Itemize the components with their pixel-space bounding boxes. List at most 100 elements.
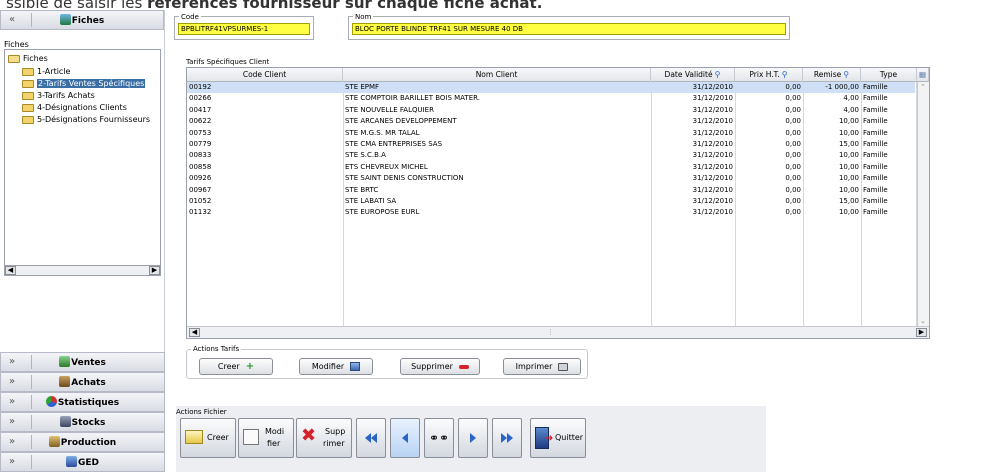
table-row[interactable]: 00622 STE ARCANES DEVELOPPEMENT 31/12/2010… [187,116,915,127]
table-cell: Famille [863,162,888,171]
accordion-production-header[interactable]: » Production [0,432,165,452]
scroll-left-icon[interactable]: ◀ [5,266,16,275]
scroll-left-icon[interactable]: ◀ [189,328,200,337]
scroll-down-icon[interactable]: ⌄ [920,317,926,325]
filter-search-icon[interactable]: ⚲ [843,70,849,79]
table-cell: STE SAINT DENIS CONSTRUCTION [345,174,464,183]
accordion-stack: » Ventes » Achats » Statistiques » Stock… [0,352,165,472]
last-record-button[interactable] [492,418,522,458]
production-icon [48,436,60,447]
tree-item-designations-fournisseurs[interactable]: 5-Désignations Fournisseurs [22,114,150,125]
tree-caption: Fiches [4,40,29,49]
filter-search-icon[interactable]: ⚲ [715,70,721,79]
edit-document-icon [243,429,259,445]
col-header-prix-ht[interactable]: Prix H.T. ⚲ [735,68,803,82]
table-row[interactable]: 00266 STE COMPTOIR BARILLET BOIS MATER. 31… [187,93,915,104]
table-cell: STE EPMF [345,83,380,91]
ged-icon [65,456,77,467]
first-icon [365,433,377,443]
accordion-fiches-header[interactable]: « Fiches [0,10,164,30]
table-cell: STE COMPTOIR BARILLET BOIS MATER. [345,94,480,103]
next-record-button[interactable] [458,418,488,458]
file-delete-button[interactable]: ✖ Supp rimer [296,418,352,458]
table-row[interactable]: 00833 STE S.C.B.A 31/12/2010 0,00 10,00 Famil… [187,150,915,161]
main-content: Code BPBLITRF41VPSURMES-1 Nom BLOC PORTE… [170,10,981,472]
accordion-achats-header[interactable]: » Achats [0,372,165,392]
table-row[interactable]: 01052 STE LABATI SA 31/12/2010 0,00 15,00 Fam… [187,196,915,207]
tarif-print-button[interactable]: Imprimer [503,358,581,375]
table-cell: 0,00 [785,185,801,194]
accordion-ged-header[interactable]: » GED [0,452,165,472]
table-cell: 31/12/2010 [692,197,733,205]
previous-record-button[interactable] [390,418,420,458]
tree-item-designations-clients[interactable]: 4-Désignations Clients [22,102,127,113]
grid-horizontal-scrollbar[interactable]: ◀ ⋮ ▶ [187,326,929,338]
table-row[interactable]: 00967 STE BRTC 31/12/2010 0,00 10,00 Famille [187,185,915,196]
folder-icon [22,115,34,124]
nom-field[interactable]: BLOC PORTE BLINDE TRF41 SUR MESURE 40 DB [352,23,786,35]
fiches-tree[interactable]: Fiches 1-Article 2-Tarifs Ventes Spécifi… [4,49,161,267]
table-cell: 00417 [189,105,212,114]
col-header-code-client[interactable]: Code Client [187,68,343,82]
column-chooser-icon[interactable]: ▦ [917,68,929,82]
printer-icon [558,362,569,371]
tarifs-grid[interactable]: Code Client Nom Client Date Validité ⚲ Pr… [186,67,930,339]
file-edit-button[interactable]: Modi fier [238,418,294,458]
table-cell: Famille [863,151,888,160]
table-row[interactable]: 01132 STE EUROPOSE EURL 31/12/2010 0,00 10,0… [187,207,915,218]
tree-horizontal-scrollbar[interactable]: ◀ ▶ [4,265,161,276]
first-record-button[interactable] [356,418,386,458]
tree-item-article[interactable]: 1-Article [22,66,70,77]
accordion-ventes-header[interactable]: » Ventes [0,352,165,372]
table-cell: 10,00 [838,151,859,160]
table-cell: 00622 [189,117,212,126]
tarif-create-button[interactable]: Creer + [199,358,273,375]
tree-item-tarifs-achats[interactable]: 3-Tarifs Achats [22,90,95,101]
table-row[interactable]: 00926 STE SAINT DENIS CONSTRUCTION 31/12/2… [187,173,915,184]
tree-item-tarifs-ventes[interactable]: 2-Tarifs Ventes Spécifiques [22,78,146,89]
table-row[interactable]: 00779 STE CMA ENTREPRISES SAS 31/12/2010 0,… [187,139,915,150]
new-file-icon [185,430,203,444]
filter-search-icon[interactable]: ⚲ [782,70,788,79]
col-header-type[interactable]: Type [861,68,917,82]
previous-icon [402,433,408,443]
col-header-nom-client[interactable]: Nom Client [343,68,651,82]
accordion-statistiques-header[interactable]: » Statistiques [0,392,165,412]
scroll-up-icon[interactable]: ⌃ [920,83,926,91]
table-row[interactable]: 00192 STE EPMF 31/12/2010 0,00 -1 000,00 Fami… [187,82,915,94]
table-row[interactable]: 00858 ETS CHEVREUX MICHEL 31/12/2010 0,00 10… [187,162,915,173]
folder-icon [22,67,34,76]
file-create-button[interactable]: Creer [180,418,236,458]
table-row[interactable]: 00417 STE NOUVELLE FALQUIER 31/12/2010 0,00… [187,105,915,116]
quit-button[interactable]: ➜ Quitter [530,418,586,458]
table-cell: 15,00 [838,197,859,205]
table-cell: 31/12/2010 [692,185,733,194]
scroll-right-icon[interactable]: ▶ [149,266,160,275]
table-cell: Famille [863,208,888,217]
stats-icon [45,396,57,407]
last-icon [501,433,513,443]
code-field[interactable]: BPBLITRF41VPSURMES-1 [178,23,310,35]
tree-root[interactable]: Fiches [8,53,48,64]
scroll-right-icon[interactable]: ▶ [916,328,927,337]
accordion-stocks-header[interactable]: » Stocks [0,412,165,432]
tarif-edit-button[interactable]: Modifier [299,358,373,375]
table-row[interactable]: 00753 STE M.G.S. MR TALAL 31/12/2010 0,00 10… [187,128,915,139]
table-cell: Famille [863,197,888,205]
search-record-button[interactable]: ⚭⚭ [424,418,454,458]
scroll-thumb-grip-icon[interactable]: ⋮ [547,328,554,336]
col-header-remise[interactable]: Remise ⚲ [803,68,861,82]
minus-icon [458,364,469,369]
table-cell: 31/12/2010 [692,208,733,217]
tarif-delete-button[interactable]: Supprimer [400,358,480,375]
table-cell: 0,00 [785,208,801,217]
folder-icon [22,79,34,88]
folder-icon [22,91,34,100]
table-cell: STE M.G.S. MR TALAL [345,128,420,137]
grid-vertical-scrollbar[interactable]: ⌃ ⌄ [917,82,929,326]
table-cell: 10,00 [838,117,859,126]
table-cell: 31/12/2010 [692,83,733,91]
table-cell: 00266 [189,94,212,103]
binoculars-icon: ⚭⚭ [428,431,450,445]
col-header-date-validite[interactable]: Date Validité ⚲ [651,68,735,82]
